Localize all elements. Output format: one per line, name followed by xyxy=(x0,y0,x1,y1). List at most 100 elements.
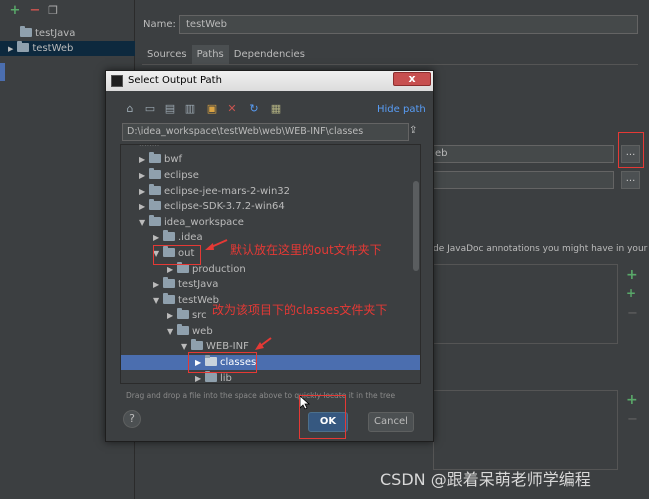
dialog-title: Select Output Path xyxy=(128,75,222,86)
cancel-button[interactable]: Cancel xyxy=(368,412,414,432)
javadoc-hint-text: de JavaDoc annotations you might have in… xyxy=(433,244,648,254)
tree-node[interactable]: ▶ .idea xyxy=(153,230,203,245)
arrow-icon xyxy=(255,337,272,350)
module-tabs: Sources Paths Dependencies xyxy=(142,45,310,64)
add-url-icon[interactable]: + xyxy=(626,286,636,300)
tab-paths[interactable]: Paths xyxy=(191,45,229,64)
highlight-out-folder xyxy=(153,245,201,265)
remove-icon[interactable]: − xyxy=(627,306,638,321)
remove-icon[interactable]: − xyxy=(28,4,42,18)
tree-node[interactable]: ▼ testWeb xyxy=(153,293,219,308)
tree-node-selected[interactable]: ▶ classes xyxy=(121,355,420,370)
tree-item-testjava[interactable]: testJava xyxy=(0,26,135,41)
highlight-classes-folder xyxy=(188,352,257,373)
arrow-icon xyxy=(205,239,228,250)
show-hidden-icon[interactable]: ▦ xyxy=(270,103,282,115)
copy-icon[interactable]: ❐ xyxy=(46,4,60,18)
delete-icon[interactable]: ✕ xyxy=(226,103,238,115)
path-field[interactable]: D:\idea_workspace\testWeb\web\WEB-INF\cl… xyxy=(122,123,409,141)
tree-node[interactable]: ▶ eclipse xyxy=(139,168,199,183)
tree-scrollbar[interactable] xyxy=(413,181,419,271)
annotation-default-out: 默认放在这里的out文件夹下 xyxy=(230,243,382,257)
expand-arrow-icon[interactable]: ▶ xyxy=(139,168,149,183)
new-folder-icon[interactable]: ▣ xyxy=(206,103,218,115)
dialog-titlebar[interactable]: Select Output Path x xyxy=(106,71,433,91)
folder-icon xyxy=(149,152,161,163)
home-icon[interactable]: ⌂ xyxy=(124,103,136,115)
tree-node[interactable]: ▶ eclipse-SDK-3.7.2-win64 xyxy=(139,199,285,214)
tree-item-testweb[interactable]: ▶ testWeb xyxy=(0,41,135,56)
javadoc-list[interactable] xyxy=(433,264,618,344)
hide-path-link[interactable]: Hide path xyxy=(377,104,426,115)
expand-arrow-icon[interactable]: ▶ xyxy=(8,45,13,53)
expand-arrow-icon[interactable]: ▶ xyxy=(139,184,149,199)
browse-test-output-button[interactable]: ... xyxy=(621,171,640,189)
history-icon[interactable]: ⇪ xyxy=(409,125,420,138)
project-icon[interactable]: ▤ xyxy=(164,103,176,115)
expand-arrow-icon[interactable]: ▶ xyxy=(167,308,177,323)
intellij-icon xyxy=(111,75,123,87)
tree-node-label: WEB-INF xyxy=(206,341,249,352)
tree-node-label: .idea xyxy=(178,232,203,243)
tree-item-label: testJava xyxy=(35,28,76,39)
annotations-list[interactable] xyxy=(433,390,618,470)
refresh-icon[interactable]: ↻ xyxy=(248,103,260,115)
highlight-browse-button xyxy=(618,132,644,168)
add-icon[interactable]: + xyxy=(8,4,22,18)
folder-icon xyxy=(163,230,175,241)
expand-arrow-icon[interactable]: ▶ xyxy=(153,277,163,292)
tree-node-label: lib xyxy=(220,373,232,384)
add-icon[interactable]: + xyxy=(626,267,638,283)
help-button[interactable]: ? xyxy=(123,410,141,428)
folder-icon xyxy=(149,168,161,179)
folder-icon xyxy=(20,26,32,37)
expand-arrow-icon[interactable]: ▶ xyxy=(153,230,163,245)
project-toolbar: + − ❐ xyxy=(0,0,135,22)
mouse-cursor-icon xyxy=(300,396,310,410)
selection-marker xyxy=(0,63,5,81)
folder-icon xyxy=(177,308,189,319)
folder-icon xyxy=(163,277,175,288)
tree-node-label: production xyxy=(192,264,246,275)
tab-dependencies[interactable]: Dependencies xyxy=(229,45,310,64)
name-field[interactable]: testWeb xyxy=(179,15,638,34)
collapse-arrow-icon[interactable]: ▼ xyxy=(167,324,177,339)
folder-icon xyxy=(177,262,189,273)
tree-node-label: idea_workspace xyxy=(164,217,244,228)
desktop-icon[interactable]: ▭ xyxy=(144,103,156,115)
folder-icon xyxy=(177,324,189,335)
collapse-arrow-icon[interactable]: ▼ xyxy=(139,215,149,230)
remove-icon[interactable]: − xyxy=(627,412,638,427)
tree-node[interactable]: ▶ testJava xyxy=(153,277,218,292)
folder-icon xyxy=(149,184,161,195)
watermark: CSDN @跟着呆萌老师学编程 xyxy=(380,470,591,489)
folder-icon xyxy=(205,371,217,382)
output-path-field[interactable]: eb xyxy=(430,145,614,163)
folder-icon xyxy=(163,293,175,304)
tree-node-label: eclipse xyxy=(164,170,199,181)
expand-arrow-icon[interactable]: ▶ xyxy=(139,152,149,167)
tab-divider xyxy=(142,64,638,65)
tree-node[interactable]: ▶ bwf xyxy=(139,152,182,167)
add-icon[interactable]: + xyxy=(626,392,638,408)
tree-node[interactable]: ▼ web xyxy=(167,324,213,339)
test-output-path-field[interactable] xyxy=(430,171,614,189)
name-label: Name: xyxy=(143,19,176,30)
tree-node[interactable]: ▶ src xyxy=(167,308,207,323)
expand-arrow-icon[interactable]: ▶ xyxy=(139,199,149,214)
folder-icon xyxy=(149,199,161,210)
tree-node-label: eclipse-jee-mars-2-win32 xyxy=(164,186,291,197)
module-icon[interactable]: ▥ xyxy=(184,103,196,115)
tree-node-label: eclipse-SDK-3.7.2-win64 xyxy=(164,201,285,212)
tree-node[interactable]: ▶ eclipse-jee-mars-2-win32 xyxy=(139,184,290,199)
collapse-arrow-icon[interactable]: ▼ xyxy=(153,293,163,308)
folder-icon xyxy=(17,41,30,52)
close-button[interactable]: x xyxy=(393,72,431,86)
tree-item-label: testWeb xyxy=(32,43,74,54)
tree-node[interactable]: ▼ idea_workspace xyxy=(139,215,244,230)
folder-icon xyxy=(191,339,203,350)
tree-node-label: web xyxy=(192,326,213,337)
drag-hint-text: Drag and drop a file into the space abov… xyxy=(126,391,396,400)
tab-sources[interactable]: Sources xyxy=(142,45,192,64)
tree-node-label: testJava xyxy=(178,279,219,290)
